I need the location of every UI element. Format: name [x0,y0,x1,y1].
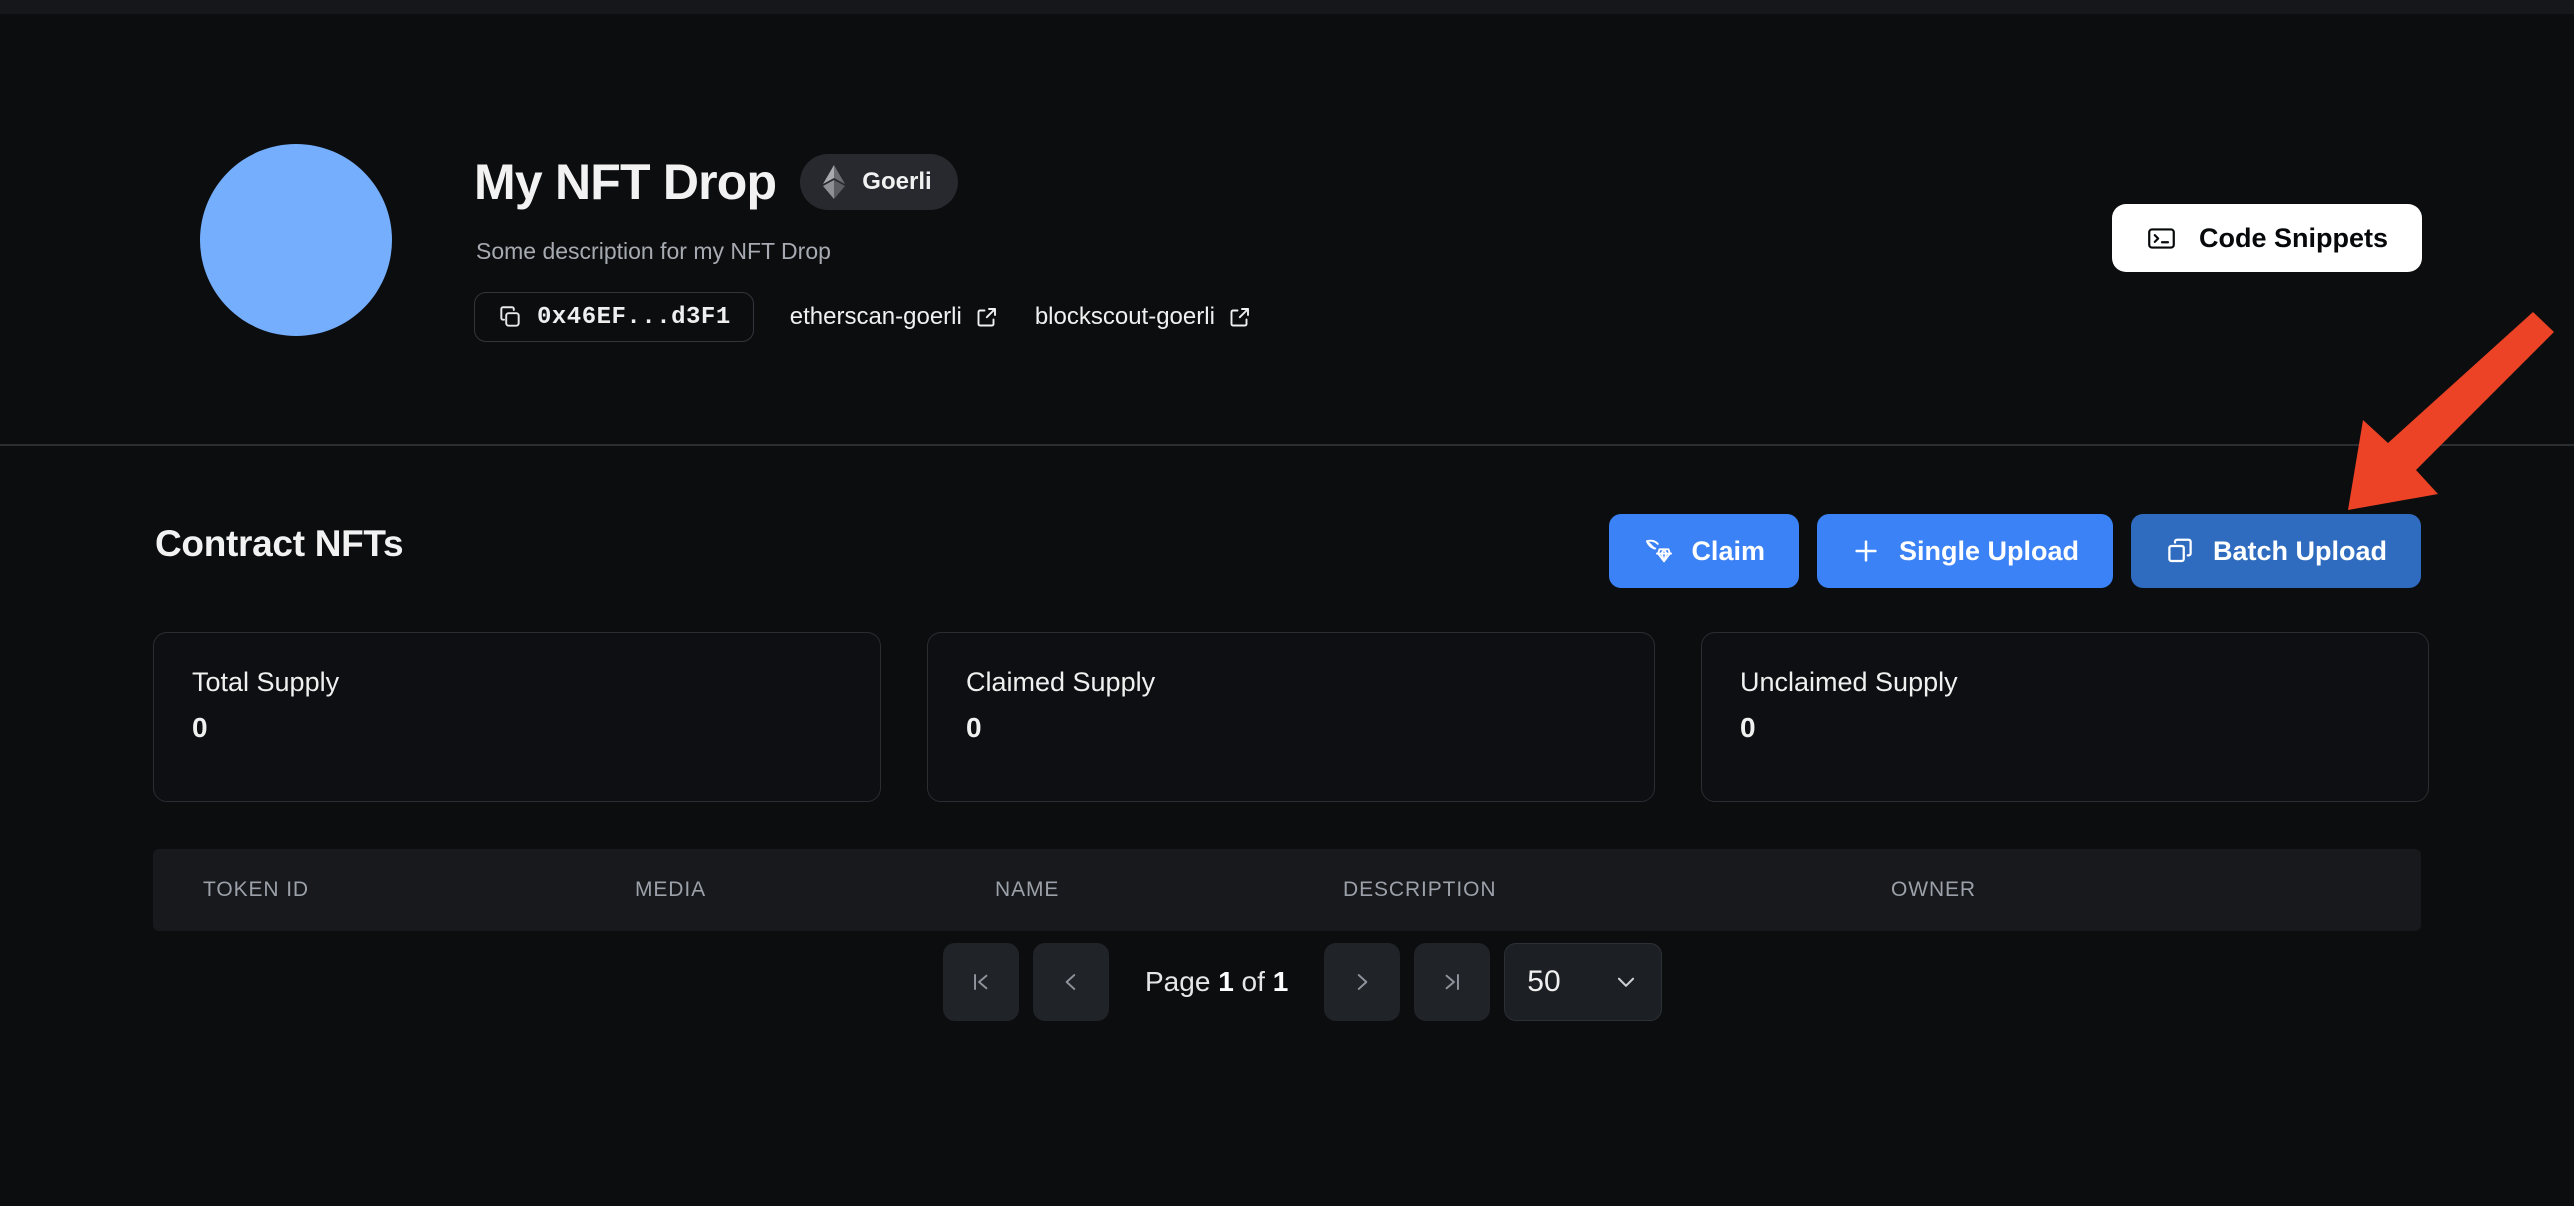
total-supply-label: Total Supply [192,667,340,697]
next-page-button[interactable] [1324,943,1401,1021]
unclaimed-supply-card: Unclaimed Supply 0 [1701,632,2429,802]
copy-icon [497,304,523,330]
contract-address-chip[interactable]: 0x46EF...d3F1 [474,292,754,342]
page-title: My NFT Drop [474,154,777,210]
last-page-button[interactable] [1414,943,1491,1021]
page-size-select[interactable]: 50 [1504,943,1663,1021]
external-link-icon [975,305,999,329]
unclaimed-supply-value: 0 [1740,712,1756,743]
column-header-token-id: TOKEN ID [203,878,309,901]
page-prefix: Page [1145,966,1211,997]
column-header-media: MEDIA [635,878,707,901]
page-size-value: 50 [1527,965,1561,998]
supply-stats: Total Supply 0 Claimed Supply 0 Unclaime… [153,632,2429,802]
unclaimed-supply-label: Unclaimed Supply [1740,667,1958,697]
contract-description: Some description for my NFT Drop [476,238,831,264]
blockscout-link[interactable]: blockscout-goerli [1035,303,1252,331]
title-row: My NFT Drop Goerli [474,154,958,210]
contract-avatar [200,144,392,336]
column-header-name: NAME [995,878,1060,901]
header-links: 0x46EF...d3F1 etherscan-goerli blockscou… [474,292,1252,342]
window-top-strip [0,0,2574,14]
ethereum-icon [820,165,848,199]
nft-table-header: TOKEN ID MEDIA NAME DESCRIPTION OWNER [153,849,2421,931]
batch-upload-label: Batch Upload [2212,535,2387,566]
claim-button[interactable]: Claim [1609,514,1799,588]
total-supply-card: Total Supply 0 [153,632,881,802]
pagination: Page 1 of 1 50 [943,943,1663,1021]
etherscan-link-label: etherscan-goerli [789,303,962,330]
claimed-supply-value: 0 [966,712,982,743]
pickaxe-gem-icon [1643,536,1673,566]
chevron-down-icon [1613,969,1639,995]
page-total: 1 [1272,966,1289,997]
plus-icon [1851,536,1881,566]
etherscan-link[interactable]: etherscan-goerli [790,303,999,331]
column-header-description: DESCRIPTION [1343,878,1497,901]
total-supply-value: 0 [192,712,208,743]
contract-address-text: 0x46EF...d3F1 [537,303,731,331]
batch-upload-button[interactable]: Batch Upload [2130,514,2421,588]
single-upload-label: Single Upload [1898,535,2079,566]
contract-header: My NFT Drop Goerli Some description for … [0,14,2574,444]
code-snippets-button[interactable]: Code Snippets [2111,204,2422,272]
claimed-supply-card: Claimed Supply 0 [927,632,1655,802]
code-snippets-label: Code Snippets [2198,222,2388,253]
page-current: 1 [1218,966,1234,997]
claim-label: Claim [1691,535,1765,566]
claimed-supply-label: Claimed Supply [966,667,1156,697]
external-link-icon [1228,305,1252,329]
column-header-owner: OWNER [1891,878,1976,901]
first-page-button[interactable] [943,943,1019,1021]
action-buttons: Claim Single Upload Batch Upload [1609,514,2421,588]
previous-page-button[interactable] [1033,943,1109,1021]
terminal-icon [2146,223,2177,254]
header-divider [0,444,2574,446]
layers-copy-icon [2165,536,2195,566]
chain-label: Goerli [862,168,932,195]
blockscout-link-label: blockscout-goerli [1034,303,1215,330]
page-joiner: of [1241,966,1265,997]
single-upload-button[interactable]: Single Upload [1816,514,2113,588]
chain-badge: Goerli [800,154,958,210]
page-indicator: Page 1 of 1 [1145,966,1288,998]
section-title: Contract NFTs [155,523,404,564]
